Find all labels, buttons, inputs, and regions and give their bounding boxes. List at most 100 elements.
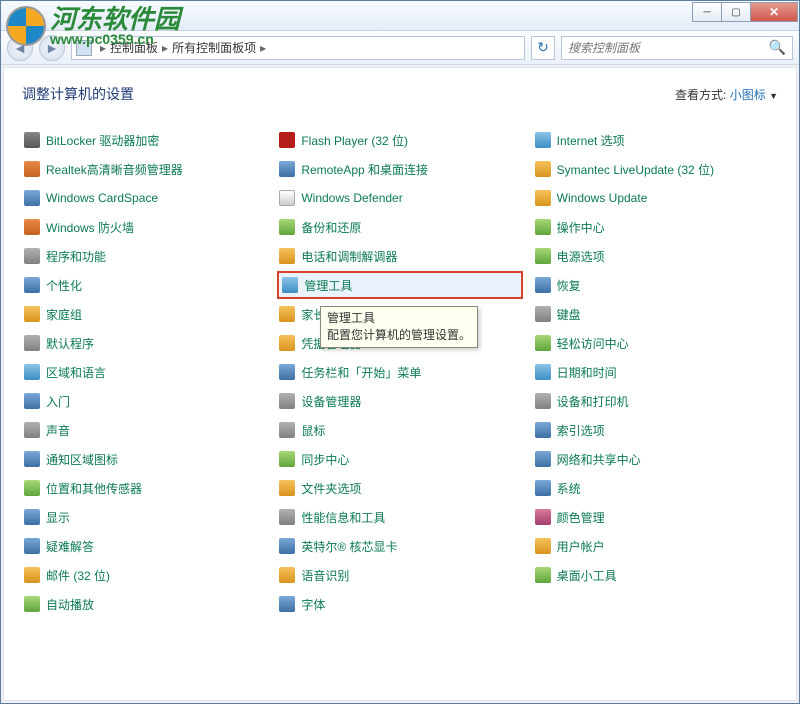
control-panel-item[interactable]: 备份和还原 bbox=[277, 217, 522, 237]
control-panel-item[interactable]: 程序和功能 bbox=[22, 246, 267, 266]
control-panel-item[interactable]: Windows Defender bbox=[277, 188, 522, 208]
item-label: 声音 bbox=[46, 422, 70, 439]
control-panel-item[interactable]: Windows CardSpace bbox=[22, 188, 267, 208]
control-panel-item[interactable]: 电话和调制解调器 bbox=[277, 246, 522, 266]
item-icon bbox=[279, 219, 295, 235]
item-label: 区域和语言 bbox=[46, 364, 106, 381]
control-panel-item[interactable]: 性能信息和工具 bbox=[277, 507, 522, 527]
control-panel-item[interactable]: 英特尔® 核芯显卡 bbox=[277, 536, 522, 556]
control-panel-item[interactable]: 邮件 (32 位) bbox=[22, 565, 267, 585]
page-heading: 调整计算机的设置 bbox=[22, 84, 134, 104]
back-button[interactable]: ◄ bbox=[7, 35, 33, 61]
control-panel-item[interactable]: 鼠标 bbox=[277, 420, 522, 440]
control-panel-icon bbox=[76, 40, 92, 56]
control-panel-item[interactable]: BitLocker 驱动器加密 bbox=[22, 130, 267, 150]
content-area: 调整计算机的设置 查看方式: 小图标 ▼ BitLocker 驱动器加密 Flas… bbox=[3, 67, 797, 701]
control-panel-item[interactable]: 任务栏和「开始」菜单 bbox=[277, 362, 522, 382]
search-box[interactable]: 🔍 bbox=[561, 36, 793, 60]
control-panel-item[interactable]: 疑难解答 bbox=[22, 536, 267, 556]
item-icon bbox=[535, 132, 551, 148]
item-label: Windows Defender bbox=[301, 191, 402, 205]
item-label: 通知区域图标 bbox=[46, 451, 118, 468]
control-panel-item[interactable]: 通知区域图标 bbox=[22, 449, 267, 469]
item-label: 日期和时间 bbox=[557, 364, 617, 381]
control-panel-item[interactable]: 桌面小工具 bbox=[533, 565, 778, 585]
breadcrumb[interactable]: ▸ 控制面板 ▸ 所有控制面板项 ▸ bbox=[71, 36, 525, 60]
control-panel-item[interactable]: RemoteApp 和桌面连接 bbox=[277, 159, 522, 179]
control-panel-item[interactable]: 恢复 bbox=[533, 275, 778, 295]
control-panel-item[interactable]: 区域和语言 bbox=[22, 362, 267, 382]
item-label: 鼠标 bbox=[301, 422, 325, 439]
item-icon bbox=[279, 509, 295, 525]
item-label: 桌面小工具 bbox=[557, 567, 617, 584]
control-panel-item[interactable]: 位置和其他传感器 bbox=[22, 478, 267, 498]
item-icon bbox=[279, 480, 295, 496]
control-panel-item[interactable]: 索引选项 bbox=[533, 420, 778, 440]
item-icon bbox=[24, 451, 40, 467]
item-label: 位置和其他传感器 bbox=[46, 480, 142, 497]
item-icon bbox=[24, 393, 40, 409]
control-panel-item[interactable]: 颜色管理 bbox=[533, 507, 778, 527]
view-mode-selector[interactable]: 查看方式: 小图标 ▼ bbox=[675, 86, 778, 103]
search-icon[interactable]: 🔍 bbox=[769, 39, 786, 56]
control-panel-item[interactable]: 电源选项 bbox=[533, 246, 778, 266]
item-icon bbox=[282, 277, 298, 293]
breadcrumb-current[interactable]: 所有控制面板项 bbox=[172, 39, 256, 56]
item-icon bbox=[279, 161, 295, 177]
control-panel-item[interactable]: Flash Player (32 位) bbox=[277, 130, 522, 150]
control-panel-item[interactable]: 自动播放 bbox=[22, 594, 267, 614]
control-panel-item[interactable]: 字体 bbox=[277, 594, 522, 614]
item-icon bbox=[24, 538, 40, 554]
control-panel-item[interactable]: 用户帐户 bbox=[533, 536, 778, 556]
item-label: 字体 bbox=[301, 596, 325, 613]
item-icon bbox=[279, 393, 295, 409]
item-icon bbox=[24, 567, 40, 583]
item-icon bbox=[535, 190, 551, 206]
minimize-button[interactable]: ─ bbox=[692, 2, 722, 22]
item-label: 网络和共享中心 bbox=[557, 451, 641, 468]
item-label: 入门 bbox=[46, 393, 70, 410]
view-mode-value[interactable]: 小图标 bbox=[730, 88, 766, 102]
control-panel-item[interactable]: 日期和时间 bbox=[533, 362, 778, 382]
chevron-down-icon[interactable]: ▼ bbox=[769, 91, 778, 101]
item-icon bbox=[24, 161, 40, 177]
control-panel-item[interactable]: 声音 bbox=[22, 420, 267, 440]
item-icon bbox=[279, 364, 295, 380]
control-panel-item[interactable]: 管理工具 bbox=[277, 271, 522, 299]
control-panel-item[interactable]: 轻松访问中心 bbox=[533, 333, 778, 353]
control-panel-item[interactable]: Windows 防火墙 bbox=[22, 217, 267, 237]
window-titlebar[interactable]: ─ ▢ ✕ bbox=[1, 1, 799, 31]
item-label: Windows CardSpace bbox=[46, 191, 158, 205]
search-input[interactable] bbox=[568, 41, 769, 55]
control-panel-item[interactable]: 系统 bbox=[533, 478, 778, 498]
item-icon bbox=[24, 480, 40, 496]
control-panel-item[interactable]: 个性化 bbox=[22, 275, 267, 295]
breadcrumb-root[interactable]: 控制面板 bbox=[110, 39, 158, 56]
control-panel-item[interactable]: Windows Update bbox=[533, 188, 778, 208]
control-panel-item[interactable]: Symantec LiveUpdate (32 位) bbox=[533, 159, 778, 179]
control-panel-item[interactable]: 文件夹选项 bbox=[277, 478, 522, 498]
item-label: Internet 选项 bbox=[557, 132, 625, 149]
control-panel-item[interactable]: 同步中心 bbox=[277, 449, 522, 469]
breadcrumb-separator-icon: ▸ bbox=[158, 41, 172, 55]
control-panel-item[interactable]: Realtek高清晰音频管理器 bbox=[22, 159, 267, 179]
control-panel-item[interactable]: 显示 bbox=[22, 507, 267, 527]
control-panel-item[interactable]: 语音识别 bbox=[277, 565, 522, 585]
control-panel-item[interactable]: 设备管理器 bbox=[277, 391, 522, 411]
close-button[interactable]: ✕ bbox=[750, 2, 798, 22]
control-panel-item[interactable]: 键盘 bbox=[533, 304, 778, 324]
refresh-button[interactable]: ↻ bbox=[531, 36, 555, 60]
item-label: 键盘 bbox=[557, 306, 581, 323]
control-panel-item[interactable]: 网络和共享中心 bbox=[533, 449, 778, 469]
control-panel-item[interactable]: Internet 选项 bbox=[533, 130, 778, 150]
control-panel-item[interactable]: 操作中心 bbox=[533, 217, 778, 237]
item-icon bbox=[535, 161, 551, 177]
item-icon bbox=[535, 538, 551, 554]
maximize-button[interactable]: ▢ bbox=[721, 2, 751, 22]
control-panel-item[interactable]: 家庭组 bbox=[22, 304, 267, 324]
control-panel-item[interactable]: 入门 bbox=[22, 391, 267, 411]
forward-button[interactable]: ► bbox=[39, 35, 65, 61]
control-panel-item[interactable]: 设备和打印机 bbox=[533, 391, 778, 411]
item-icon bbox=[535, 364, 551, 380]
control-panel-item[interactable]: 默认程序 bbox=[22, 333, 267, 353]
